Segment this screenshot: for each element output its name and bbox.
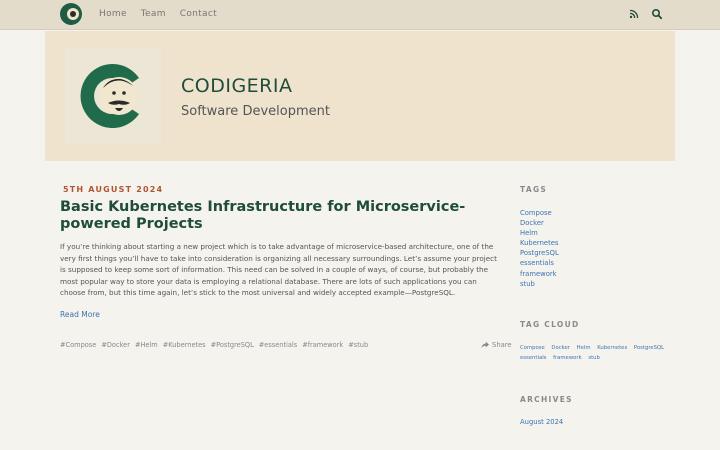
tag-cloud-heading: Tag Cloud [520,320,580,329]
site-logo-small[interactable] [60,3,82,25]
post-tag-list: #Compose #Docker #Helm #Kubernetes #Post… [60,341,373,349]
post-excerpt: If you’re thinking about starting a new … [60,242,497,297]
logo-face [70,11,76,17]
top-navbar: Home Team Contact [0,0,720,30]
sidebar-tag-link[interactable]: Compose [520,208,559,218]
sidebar-tag-link[interactable]: Kubernetes [520,238,559,248]
hero-banner: CODIGERIA Software Development [45,31,675,161]
archives-heading: Archives [520,395,573,404]
search-icon[interactable] [651,8,663,20]
tags-heading: Tags [520,185,548,194]
post-tag[interactable]: #Compose [60,341,96,349]
post-title[interactable]: Basic Kubernetes Infrastructure for Micr… [60,199,500,233]
cloud-tag[interactable]: PostgreSQL [634,345,664,351]
sidebar-tag-link[interactable]: stub [520,279,559,289]
tag-cloud: Compose Docker Helm Kubernetes PostgreSQ… [520,343,690,363]
cloud-tag[interactable]: Docker [551,345,570,351]
sidebar-tag-list: Compose Docker Helm Kubernetes PostgreSQ… [520,208,559,289]
sidebar-tag-link[interactable]: Helm [520,228,559,238]
cloud-tag[interactable]: essentials [520,355,546,361]
nav-link-home[interactable]: Home [99,9,127,19]
sidebar-tag-link[interactable]: PostgreSQL [520,248,559,258]
cloud-tag[interactable]: framework [553,355,582,361]
post-tag[interactable]: #stub [348,341,368,349]
site-logo-large[interactable] [65,48,161,144]
cloud-tag[interactable]: stub [588,355,600,361]
nav-link-contact[interactable]: Contact [180,9,217,19]
post-tag[interactable]: #Helm [135,341,158,349]
post-tag[interactable]: #Kubernetes [163,341,206,349]
archive-link-august-2024[interactable]: August 2024 [520,418,563,426]
post-tag[interactable]: #Docker [101,341,130,349]
sidebar-tag-link[interactable]: essentials [520,258,559,268]
post-date: 5th August 2024 [63,185,164,194]
cloud-tag[interactable]: Compose [520,345,545,351]
share-icon [481,341,489,349]
read-more-link[interactable]: Read More [60,310,100,319]
share-label: Share [492,341,512,349]
site-title[interactable]: CODIGERIA [181,75,293,97]
share-button[interactable]: Share [481,341,512,349]
post-tag[interactable]: #essentials [259,341,297,349]
cloud-tag[interactable]: Helm [577,345,591,351]
sidebar-tag-link[interactable]: framework [520,269,559,279]
post-tag[interactable]: #PostgreSQL [211,341,254,349]
post-tag[interactable]: #framework [302,341,343,349]
sidebar-tag-link[interactable]: Docker [520,218,559,228]
cloud-tag[interactable]: Kubernetes [597,345,627,351]
nav-link-team[interactable]: Team [141,9,166,19]
nav-links: Home Team Contact [99,9,231,19]
site-subtitle: Software Development [181,104,330,119]
rss-icon[interactable] [628,8,640,20]
